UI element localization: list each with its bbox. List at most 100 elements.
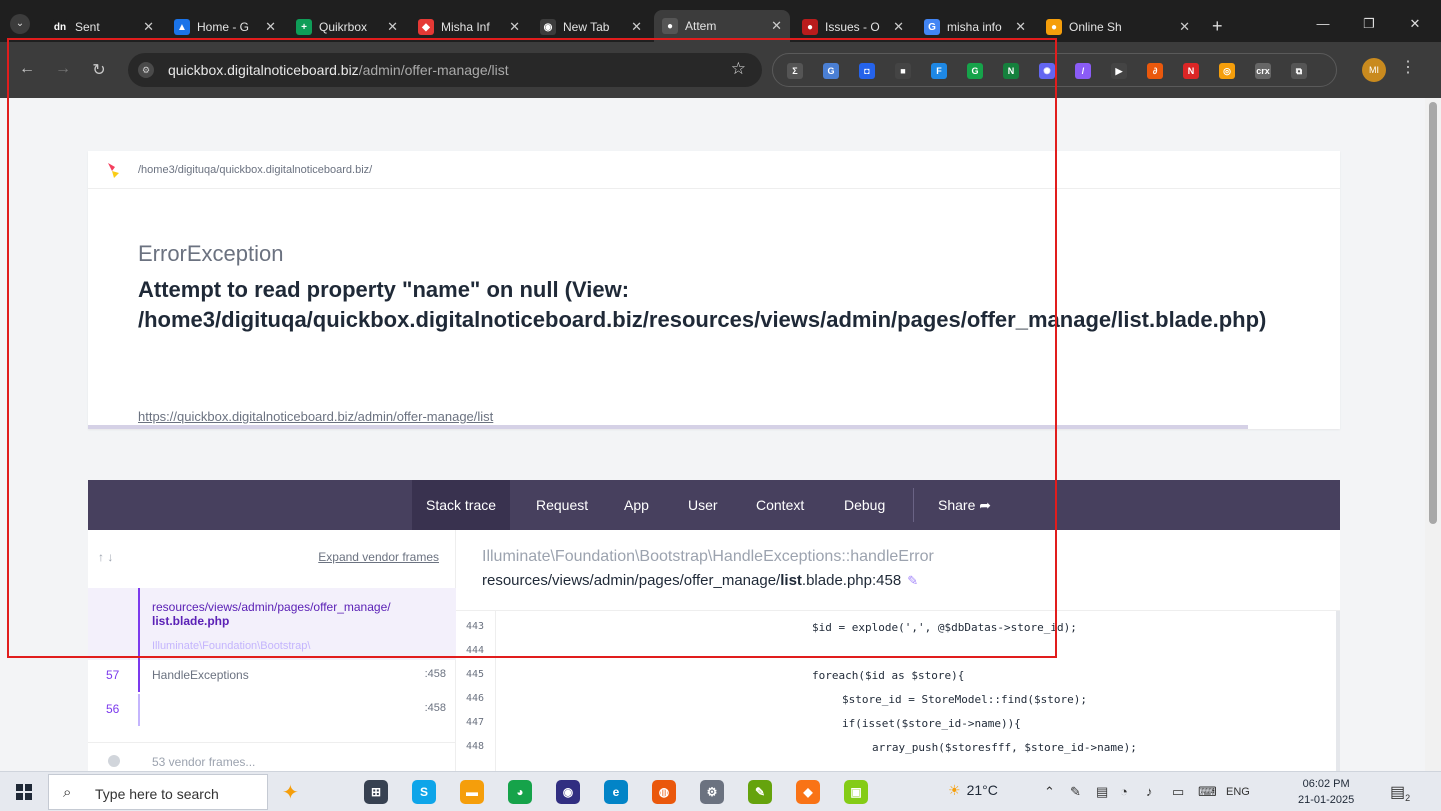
site-info-icon[interactable]: ⚙	[138, 62, 154, 78]
tab-share[interactable]: Share ➦	[924, 480, 1005, 530]
frame-file-path[interactable]: resources/views/admin/pages/offer_manage…	[482, 572, 934, 589]
volume-icon[interactable]: ♪	[1146, 784, 1153, 799]
weather-widget[interactable]: ☀ 21°C	[948, 782, 998, 799]
extension-icon[interactable]: G	[823, 63, 839, 79]
taskbar-app-icon[interactable]: ◍	[652, 780, 676, 804]
extension-icon[interactable]: ◎	[1219, 63, 1235, 79]
restore-button[interactable]: ❐	[1346, 16, 1392, 32]
frame-indicator	[138, 660, 140, 692]
tab-favicon-icon: ●	[662, 18, 678, 34]
taskbar-app-icon[interactable]: ◉	[556, 780, 580, 804]
taskbar-app-icon[interactable]: ◕	[508, 780, 532, 804]
tab-close-icon[interactable]: ✕	[143, 19, 154, 35]
tray-pen-icon[interactable]: ✎	[1070, 784, 1081, 800]
taskbar-app-icon[interactable]: S	[412, 780, 436, 804]
url-text[interactable]: quickbox.digitalnoticeboard.biz/admin/of…	[168, 62, 509, 78]
extension-icon[interactable]: crx	[1255, 63, 1271, 79]
browser-tab[interactable]: ◉ New Tab ✕	[532, 12, 650, 42]
copilot-sparkle-icon[interactable]: ✦	[282, 780, 299, 805]
extension-icon[interactable]: ◘	[859, 63, 875, 79]
tab-context[interactable]: Context	[742, 480, 818, 530]
tab-close-icon[interactable]: ✕	[1015, 19, 1026, 35]
code-scrollbar[interactable]	[1336, 611, 1340, 771]
tab-app[interactable]: App	[610, 480, 663, 530]
taskbar-app-icon[interactable]: ▬	[460, 780, 484, 804]
browser-tab[interactable]: ● Issues - O ✕	[794, 12, 912, 42]
extension-icon[interactable]: ■	[895, 63, 911, 79]
request-url-link[interactable]: https://quickbox.digitalnoticeboard.biz/…	[138, 409, 493, 424]
windows-start-icon[interactable]	[16, 784, 32, 800]
taskbar-app-icon[interactable]: ⚙	[700, 780, 724, 804]
extension-icon[interactable]: ∂	[1147, 63, 1163, 79]
tab-title: Attem	[685, 19, 717, 33]
project-path: /home3/digituqa/quickbox.digitalnoticebo…	[138, 163, 373, 176]
taskbar-app-icon[interactable]: e	[604, 780, 628, 804]
extensions-bar: Σ G ◘ ■ F G N ✺ / ▶ ∂ N ◎ crx ⧉	[772, 53, 1337, 87]
extension-icon[interactable]: F	[931, 63, 947, 79]
browser-tab[interactable]: ▲ Home - G ✕	[166, 12, 284, 42]
browser-tab[interactable]: + Quikrbox ✕	[288, 12, 406, 42]
tab-close-icon[interactable]: ✕	[771, 18, 782, 34]
tab-debug[interactable]: Debug	[830, 480, 899, 530]
extension-icon[interactable]: G	[967, 63, 983, 79]
tab-close-icon[interactable]: ✕	[1179, 19, 1190, 35]
minimize-button[interactable]: —	[1300, 16, 1346, 31]
extension-icon[interactable]: N	[1003, 63, 1019, 79]
extension-icon[interactable]: ⧉	[1291, 63, 1307, 79]
taskbar-search[interactable]: ⌕ Type here to search	[48, 774, 268, 810]
edit-pencil-icon[interactable]: ✎	[907, 573, 918, 589]
tab-close-icon[interactable]: ✕	[387, 19, 398, 35]
frame-row[interactable]: 57 HandleExceptions :458	[88, 660, 456, 692]
bookmark-star-icon[interactable]: ☆	[731, 59, 746, 79]
new-tab-button[interactable]: +	[1212, 16, 1223, 37]
browser-menu-icon[interactable]: ⋮	[1400, 57, 1416, 77]
wifi-icon[interactable]: ◔	[1120, 784, 1128, 799]
keyboard-icon[interactable]: ⌨	[1198, 784, 1217, 800]
scrollbar-thumb[interactable]	[1429, 102, 1437, 524]
tab-search-button[interactable]: ⌄	[10, 14, 30, 34]
taskbar-app-icon[interactable]: ▣	[844, 780, 868, 804]
notification-icon[interactable]: ▤2	[1390, 782, 1410, 803]
tab-close-icon[interactable]: ✕	[265, 19, 276, 35]
tab-close-icon[interactable]: ✕	[893, 19, 904, 35]
tab-favicon-icon: ▲	[174, 19, 190, 35]
reload-button[interactable]: ↻	[88, 60, 110, 80]
tab-title: Quikrbox	[319, 20, 368, 34]
tab-user[interactable]: User	[674, 480, 732, 530]
browser-tab[interactable]: Gmisha info ✕	[916, 12, 1034, 42]
taskbar-app-icon[interactable]: ✎	[748, 780, 772, 804]
extension-icon[interactable]: N	[1183, 63, 1199, 79]
page-scrollbar[interactable]	[1425, 98, 1441, 771]
battery-icon[interactable]: ▭	[1172, 784, 1184, 800]
forward-button[interactable]: →	[52, 60, 74, 78]
expand-vendor-frames-link[interactable]: Expand vendor frames	[318, 550, 439, 564]
line-number: 444	[466, 645, 485, 656]
taskbar-app-icon[interactable]: ◆	[796, 780, 820, 804]
taskbar-clock[interactable]: 06:02 PM 21-01-2025	[1298, 776, 1354, 808]
frame-navigation-arrows-icon[interactable]: ↑ ↓	[98, 550, 113, 564]
tray-display-icon[interactable]: ▤	[1096, 784, 1108, 800]
browser-tab[interactable]: dn Sent ✕	[44, 12, 162, 42]
taskbar-app-icon[interactable]: ⊞	[364, 780, 388, 804]
language-indicator[interactable]: ENG	[1226, 786, 1250, 798]
extension-icon[interactable]: /	[1075, 63, 1091, 79]
address-bar[interactable]: ⚙ quickbox.digitalnoticeboard.biz/admin/…	[128, 53, 762, 87]
tab-close-icon[interactable]: ✕	[631, 19, 642, 35]
back-button[interactable]: ←	[16, 60, 38, 78]
browser-tab[interactable]: ◆ Misha Inf ✕	[410, 12, 528, 42]
profile-avatar[interactable]: MI	[1362, 58, 1386, 82]
line-number: 445	[466, 669, 485, 680]
tab-stack-trace[interactable]: Stack trace	[412, 480, 511, 530]
active-frame[interactable]: resources/views/admin/pages/offer_manage…	[88, 588, 456, 660]
extension-icon[interactable]: Σ	[787, 63, 803, 79]
tab-request[interactable]: Request	[522, 480, 602, 530]
vendor-frames-row[interactable]: 53 vendor frames...	[88, 742, 456, 771]
extension-icon[interactable]: ✺	[1039, 63, 1055, 79]
tray-chevron-icon[interactable]: ⌃	[1044, 784, 1055, 800]
extension-icon[interactable]: ▶	[1111, 63, 1127, 79]
frame-row[interactable]: 56 :458	[88, 694, 456, 726]
close-window-button[interactable]: ✕	[1392, 16, 1438, 32]
browser-tab[interactable]: ● Online Sh ✕	[1038, 12, 1198, 42]
browser-tab[interactable]: ● Attem ✕	[654, 10, 790, 42]
tab-close-icon[interactable]: ✕	[509, 19, 520, 35]
